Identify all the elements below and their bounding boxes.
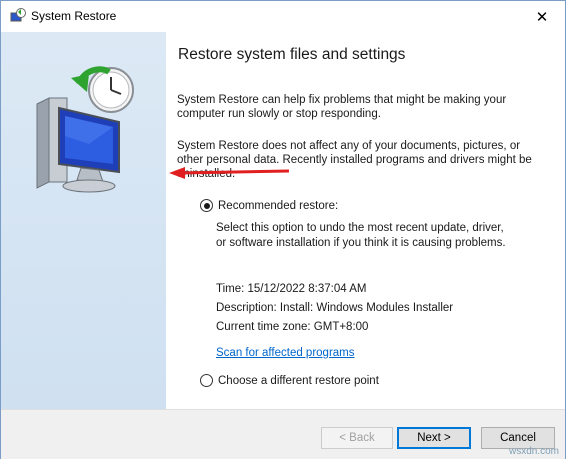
scan-affected-programs-link[interactable]: Scan for affected programs: [216, 347, 355, 359]
recommended-description: Select this option to undo the most rece…: [216, 222, 506, 249]
window-title: System Restore: [31, 9, 117, 23]
different-restore-point-radio[interactable]: [200, 374, 213, 387]
next-button[interactable]: Next >: [397, 427, 471, 449]
recommended-restore-radio[interactable]: [200, 199, 213, 212]
restore-timezone: Current time zone: GMT+8:00: [216, 321, 369, 333]
intro-text: System Restore can help fix problems tha…: [177, 94, 507, 120]
recommended-restore-option[interactable]: Recommended restore:: [200, 199, 338, 212]
footer-bar: < Back Next > Cancel wsxdn.com: [1, 409, 565, 459]
sidebar-panel: [1, 32, 166, 409]
back-button[interactable]: < Back: [321, 427, 393, 449]
restore-description: Description: Install: Windows Modules In…: [216, 302, 454, 314]
system-restore-window: System Restore ✕ Restore system files an…: [0, 0, 566, 459]
title-bar: System Restore ✕: [1, 1, 565, 32]
watermark: wsxdn.com: [508, 446, 559, 457]
system-restore-illustration: [36, 66, 134, 193]
red-arrow-annotation: [169, 167, 290, 179]
close-icon: ✕: [535, 8, 549, 26]
content-panel: Restore system files and settings System…: [166, 32, 565, 409]
system-restore-icon: [10, 8, 26, 22]
recommended-restore-label: Recommended restore:: [218, 199, 339, 212]
different-restore-point-label: Choose a different restore point: [218, 374, 379, 387]
close-button[interactable]: ✕: [519, 1, 565, 32]
restore-time: Time: 15/12/2022 8:37:04 AM: [216, 283, 367, 295]
page-heading: Restore system files and settings: [178, 46, 406, 63]
different-restore-point-option[interactable]: Choose a different restore point: [200, 374, 379, 387]
